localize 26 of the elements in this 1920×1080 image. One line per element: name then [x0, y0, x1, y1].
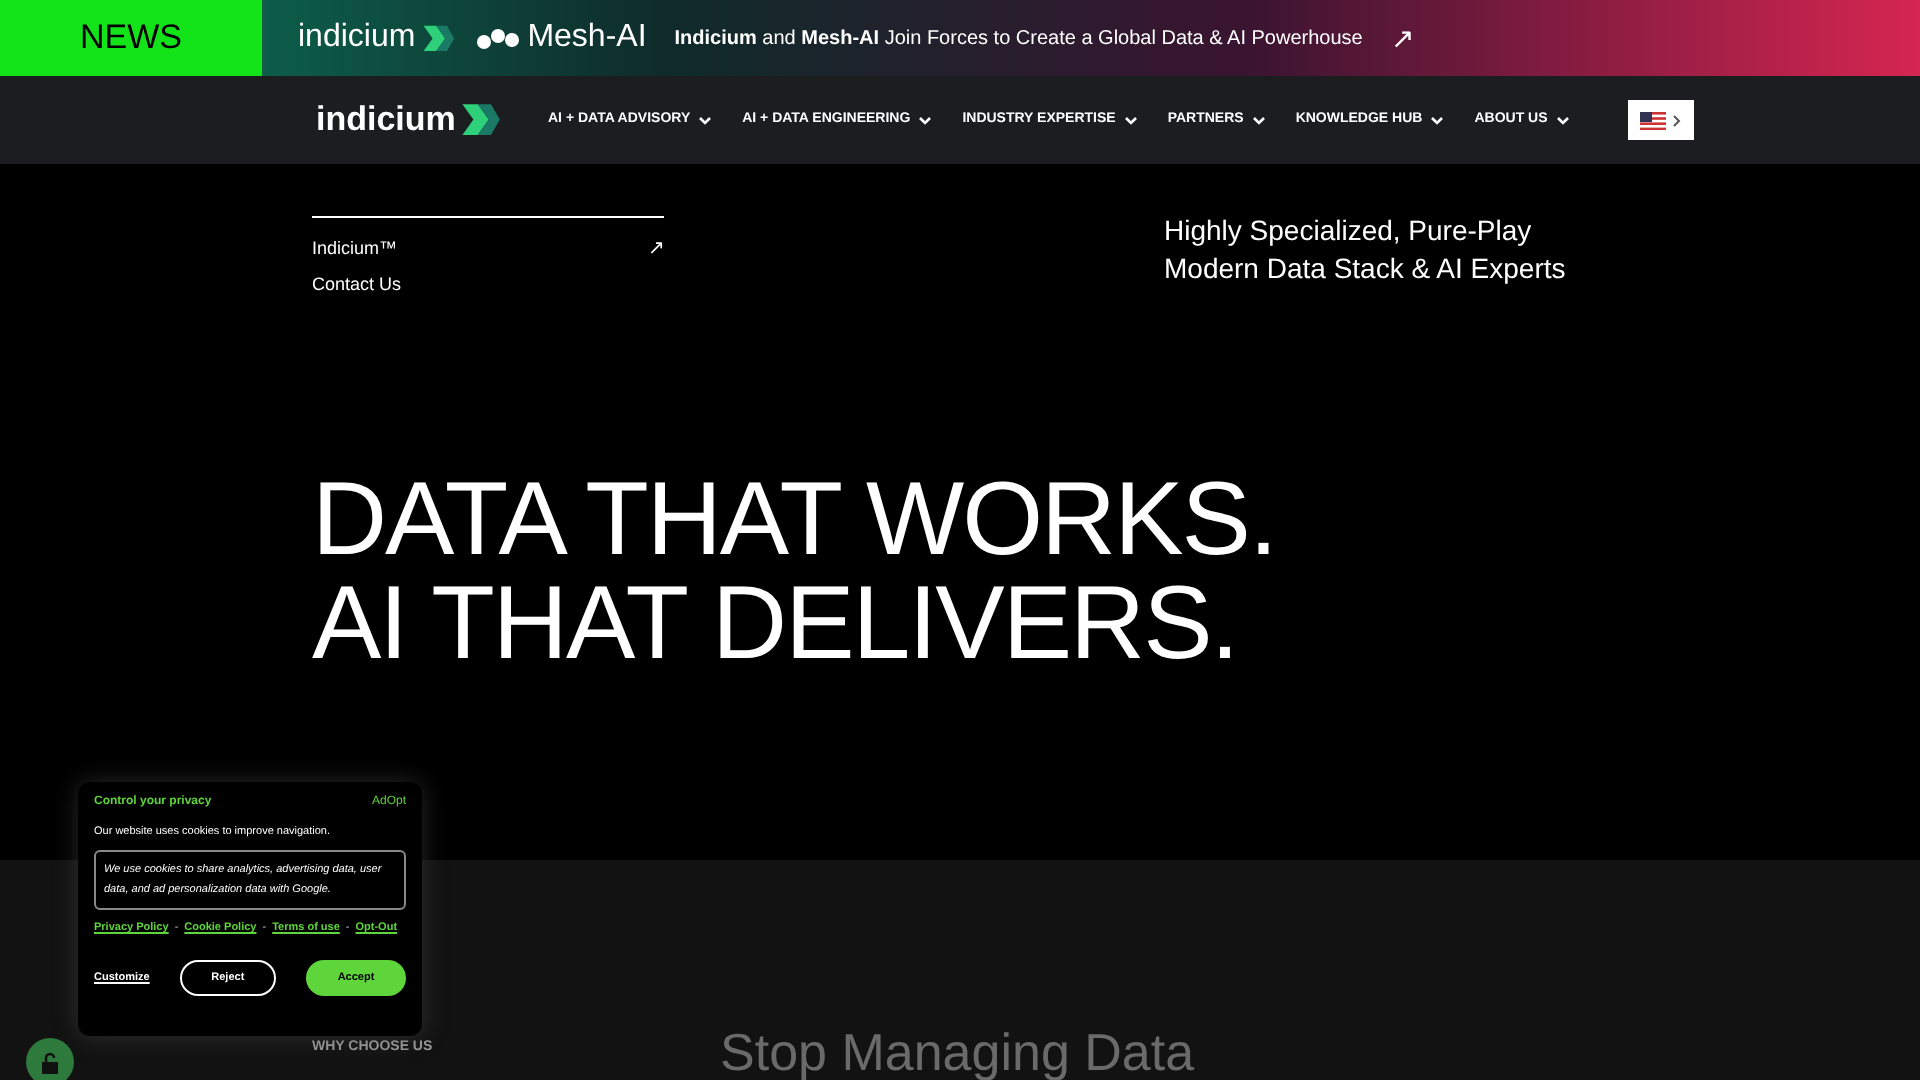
lock-icon	[40, 1051, 60, 1073]
chevron-down-icon	[1430, 115, 1445, 125]
external-link-icon[interactable]: ↗	[1390, 17, 1415, 59]
tagline: Highly Specialized, Pure-Play	[1164, 212, 1534, 250]
partner-logo: Mesh-AI	[527, 18, 647, 58]
hero-link[interactable]: Indicium™	[312, 235, 398, 263]
logo-mark-icon	[419, 23, 456, 53]
site-logo[interactable]: indicium	[316, 94, 456, 146]
flag-icon	[1639, 111, 1666, 129]
chevron-down-icon	[1123, 115, 1138, 125]
hero-link[interactable]: Contact Us	[312, 272, 402, 299]
chevron-right-icon	[1671, 113, 1682, 127]
chevron-down-icon	[1251, 115, 1266, 125]
hero-headline: DATA THAT WORKS.	[312, 468, 1276, 572]
tagline: Modern Data Stack & AI Experts	[1164, 250, 1566, 288]
mesh-logo-icon	[475, 26, 520, 50]
news-headline[interactable]: Indicium and Mesh-AI Join Forces to Create a Global Data & AI Powerhouse	[674, 23, 1363, 53]
news-label: NEWS	[0, 0, 262, 76]
chevron-down-icon	[1555, 115, 1570, 125]
chevron-down-icon	[698, 115, 713, 125]
logo-mark-icon	[457, 102, 502, 138]
language-selector[interactable]	[1627, 100, 1694, 140]
chevron-down-icon	[918, 115, 933, 125]
arrow-icon[interactable]: ↗	[648, 234, 664, 264]
partner-logo: indicium	[298, 18, 416, 58]
hero-headline: AI THAT DELIVERS.	[312, 572, 1240, 676]
